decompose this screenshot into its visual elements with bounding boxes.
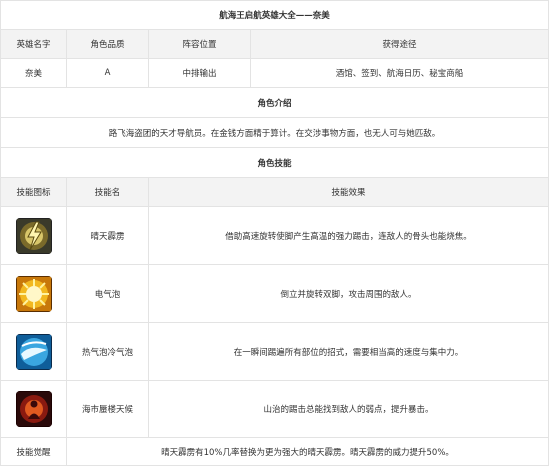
intro-heading: 角色介绍 [0, 87, 550, 118]
mirage-tempo-icon [15, 391, 52, 427]
skills-heading: 角色技能 [0, 147, 550, 178]
intro-text: 路飞海盗团的天才导航员。在金钱方面精于算计。在交涉事物方面，也无人可与她匹敌。 [0, 117, 550, 148]
electric-bubble-icon [15, 275, 52, 312]
hero-info-table: 航海王启航英雄大全——奈美 英雄名字 角色品质 阵容位置 获得途径 奈美 A 中… [0, 0, 550, 466]
page-title: 航海王启航英雄大全——奈美 [0, 0, 550, 30]
skill-row: 晴天霹雳 借助高速旋转使脚产生高温的强力踢击，连敌人的骨头也能烧焦。 [0, 206, 550, 265]
skill-row: 电气泡 倒立并旋转双脚，攻击周围的敌人。 [0, 264, 550, 323]
header-skill-icon: 技能图标 [0, 177, 67, 207]
skill-effect: 倒立并旋转双脚，攻击周围的敌人。 [147, 264, 550, 323]
lightning-staff-icon [15, 217, 52, 254]
awakening-label: 技能觉醒 [0, 437, 67, 466]
skill-name: 海市蜃楼天候 [66, 380, 149, 438]
hero-obtain: 酒馆、签到、航海日历、秘宝商船 [249, 58, 550, 88]
header-obtain: 获得途径 [249, 29, 550, 59]
header-skill-effect: 技能效果 [147, 177, 550, 207]
hero-name: 奈美 [0, 58, 67, 88]
skill-effect: 在一瞬间踢遍所有部位的招式，需要相当高的速度与集中力。 [147, 322, 550, 381]
header-skill-name: 技能名 [66, 177, 149, 207]
hot-cold-bubble-icon [15, 333, 52, 370]
skill-name: 电气泡 [66, 264, 149, 323]
skill-name: 热气泡冷气泡 [66, 322, 149, 381]
header-position: 阵容位置 [148, 29, 251, 59]
skill-row: 热气泡冷气泡 在一瞬间踢遍所有部位的招式，需要相当高的速度与集中力。 [0, 322, 550, 381]
header-quality: 角色品质 [66, 29, 149, 59]
header-hero-name: 英雄名字 [0, 29, 67, 59]
skill-row: 海市蜃楼天候 山治的踢击总能找到敌人的弱点，提升暴击。 [0, 380, 550, 438]
awakening-text: 晴天霹雳有10%几率替换为更为强大的晴天霹雳。晴天霹雳的威力提升50%。 [65, 437, 550, 466]
hero-quality: A [66, 58, 149, 88]
skill-effect: 借助高速旋转使脚产生高温的强力踢击，连敌人的骨头也能烧焦。 [147, 206, 550, 265]
hero-position: 中排输出 [148, 58, 251, 88]
skill-effect: 山治的踢击总能找到敌人的弱点，提升暴击。 [147, 380, 550, 438]
skill-name: 晴天霹雳 [66, 206, 149, 265]
